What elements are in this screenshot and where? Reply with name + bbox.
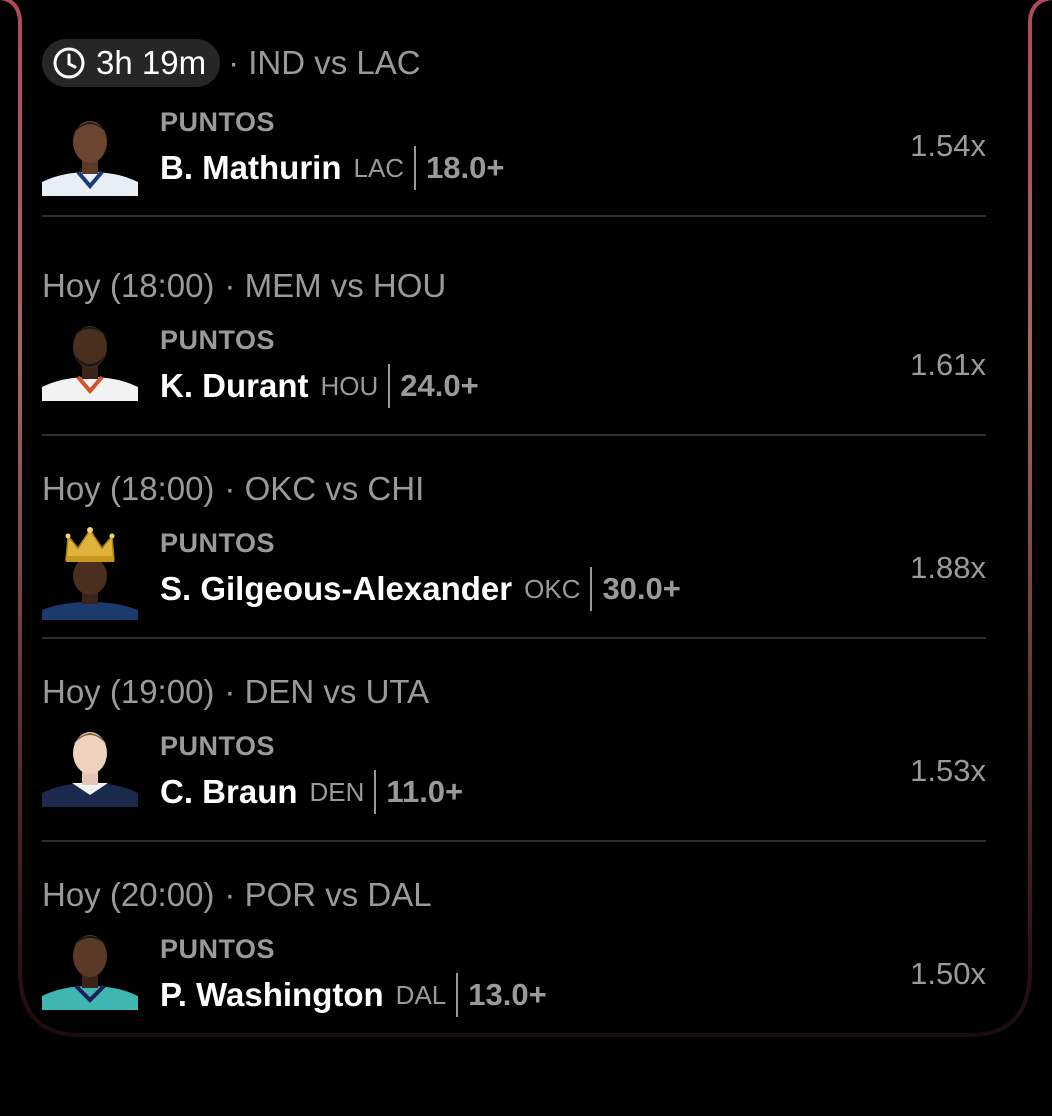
separator <box>590 567 593 611</box>
picks-list: 3h 19m · IND vs LAC PUNTOS B. Mathurin L… <box>42 0 986 1031</box>
player-name: P. Washington <box>160 976 384 1013</box>
clock-icon <box>53 47 85 79</box>
stat-label: PUNTOS <box>160 934 276 964</box>
multiplier: 1.61x <box>910 347 986 382</box>
game-time: Hoy (18:00) <box>42 470 215 507</box>
game-header: 3h 19m · IND vs LAC <box>42 39 421 87</box>
player-team: HOU <box>320 370 379 401</box>
player-name: B. Mathurin <box>160 149 342 186</box>
pick-row[interactable]: Hoy (19:00) · DEN vs UTA PUNTOS C. Braun… <box>42 625 986 842</box>
separator <box>388 364 391 408</box>
separator <box>374 770 377 814</box>
match-text: · DEN vs UTA <box>224 673 430 710</box>
player-line: S. Gilgeous-Alexander OKC 30.0+ <box>160 567 681 611</box>
player-line: C. Braun DEN 11.0+ <box>160 770 463 814</box>
match-text: · MEM vs HOU <box>224 267 447 304</box>
player-name: S. Gilgeous-Alexander <box>160 570 513 607</box>
divider <box>42 215 986 217</box>
stat-label: PUNTOS <box>160 325 276 355</box>
multiplier: 1.88x <box>910 550 986 585</box>
player-line: K. Durant HOU 24.0+ <box>160 364 479 408</box>
separator <box>456 973 459 1017</box>
player-team: DEN <box>309 776 365 807</box>
game-time: Hoy (19:00) <box>42 673 215 710</box>
match-text: · POR vs DAL <box>224 876 432 913</box>
player-line: B. Mathurin LAC 18.0+ <box>160 146 505 190</box>
multiplier: 1.53x <box>910 753 986 788</box>
separator <box>414 146 417 190</box>
line-value: 18.0+ <box>426 150 505 185</box>
pick-row[interactable]: Hoy (18:00) · MEM vs HOU PUNTOS K. Duran… <box>42 219 986 436</box>
game-time: Hoy (18:00) <box>42 267 215 304</box>
player-avatar <box>42 315 138 401</box>
pick-row[interactable]: Hoy (20:00) · POR vs DAL PUNTOS P. Washi… <box>42 828 986 1031</box>
player-team: DAL <box>395 979 447 1010</box>
player-avatar <box>42 522 138 620</box>
line-value: 13.0+ <box>468 977 547 1012</box>
game-header: Hoy (18:00) · MEM vs HOU <box>42 263 446 309</box>
line-value: 30.0+ <box>602 571 681 606</box>
pick-row[interactable]: Hoy (18:00) · OKC vs CHI PUNTOS S. Gilge… <box>42 422 986 639</box>
player-name: K. Durant <box>160 367 309 404</box>
line-value: 24.0+ <box>400 368 479 403</box>
timer-text: 3h 19m <box>96 44 207 81</box>
stat-label: PUNTOS <box>160 528 276 558</box>
stat-label: PUNTOS <box>160 731 276 761</box>
player-team: OKC <box>524 573 581 604</box>
player-name: C. Braun <box>160 773 298 810</box>
game-time: Hoy (20:00) <box>42 876 215 913</box>
player-avatar <box>42 924 138 1010</box>
player-avatar <box>42 721 138 807</box>
pick-row[interactable]: 3h 19m · IND vs LAC PUNTOS B. Mathurin L… <box>42 0 986 217</box>
crown-icon <box>65 527 115 562</box>
match-text: · IND vs LAC <box>228 44 421 81</box>
stat-label: PUNTOS <box>160 107 276 137</box>
player-line: P. Washington DAL 13.0+ <box>160 973 547 1017</box>
player-avatar <box>42 110 138 196</box>
player-team: LAC <box>353 152 405 183</box>
multiplier: 1.54x <box>910 128 986 163</box>
game-header: Hoy (19:00) · DEN vs UTA <box>42 669 429 715</box>
timer-pill: 3h 19m <box>42 39 221 87</box>
multiplier: 1.50x <box>910 956 986 991</box>
game-header: Hoy (20:00) · POR vs DAL <box>42 872 432 918</box>
match-text: · OKC vs CHI <box>224 470 425 507</box>
line-value: 11.0+ <box>386 774 464 809</box>
game-header: Hoy (18:00) · OKC vs CHI <box>42 466 424 512</box>
